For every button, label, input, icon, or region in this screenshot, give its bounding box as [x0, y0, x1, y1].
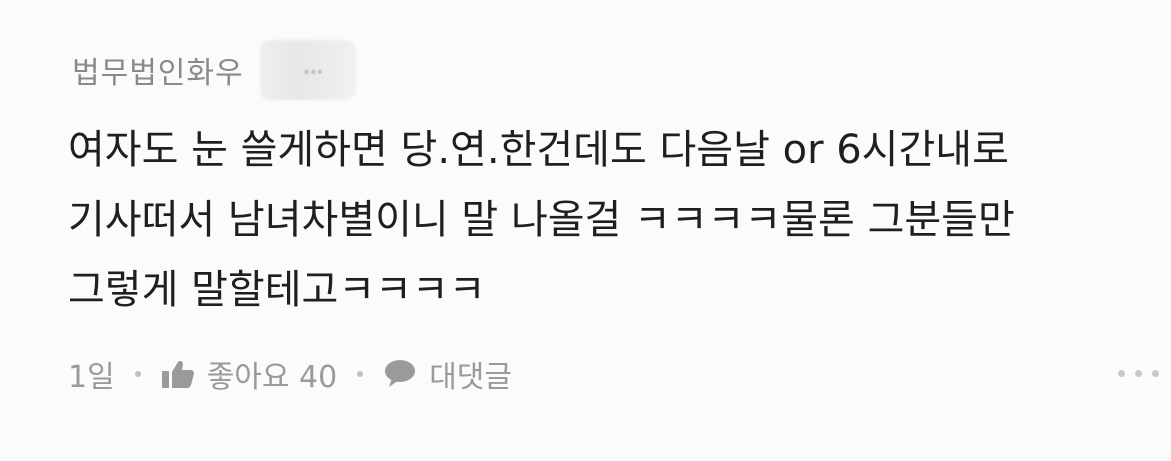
author-name[interactable]: 법무법인화우	[72, 48, 244, 92]
menu-dot	[1135, 370, 1142, 377]
comment-line: 기사떠서 남녀차별이니 말 나올걸 ㅋㅋㅋㅋ물론 그분들만	[68, 197, 1015, 243]
like-button[interactable]: 좋아요 40	[161, 352, 338, 396]
menu-dot	[1152, 370, 1159, 377]
comment-item: 법무법인화우 ··· 여자도 눈 쓸게하면 당.연.한건데도 다음날 or 6시…	[0, 0, 1171, 461]
thumbs-up-icon	[161, 359, 195, 389]
comment-line: 여자도 눈 쓸게하면 당.연.한건데도 다음날 or 6시간내로	[68, 127, 1009, 173]
comment-line: 그렇게 말할테고ㅋㅋㅋㅋ	[68, 267, 486, 313]
like-label: 좋아요 40	[206, 360, 338, 395]
reply-button[interactable]: 대댓글	[383, 352, 512, 396]
comment-time: 1일	[68, 360, 115, 395]
more-horizontal-icon[interactable]	[1118, 370, 1159, 377]
separator-dot	[134, 371, 141, 377]
comment-header: 법무법인화우 ···	[72, 40, 356, 100]
speech-bubble-icon	[383, 359, 417, 389]
menu-dot	[1118, 370, 1125, 377]
reply-label: 대댓글	[429, 360, 513, 395]
comment-text: 여자도 눈 쓸게하면 당.연.한건데도 다음날 or 6시간내로 기사떠서 남녀…	[68, 115, 1148, 325]
comment-meta: 1일 좋아요 40 대댓글	[68, 348, 512, 400]
more-horizontal-icon[interactable]: ···	[304, 62, 324, 83]
blurred-avatar: ···	[259, 40, 356, 100]
separator-dot	[357, 371, 364, 377]
